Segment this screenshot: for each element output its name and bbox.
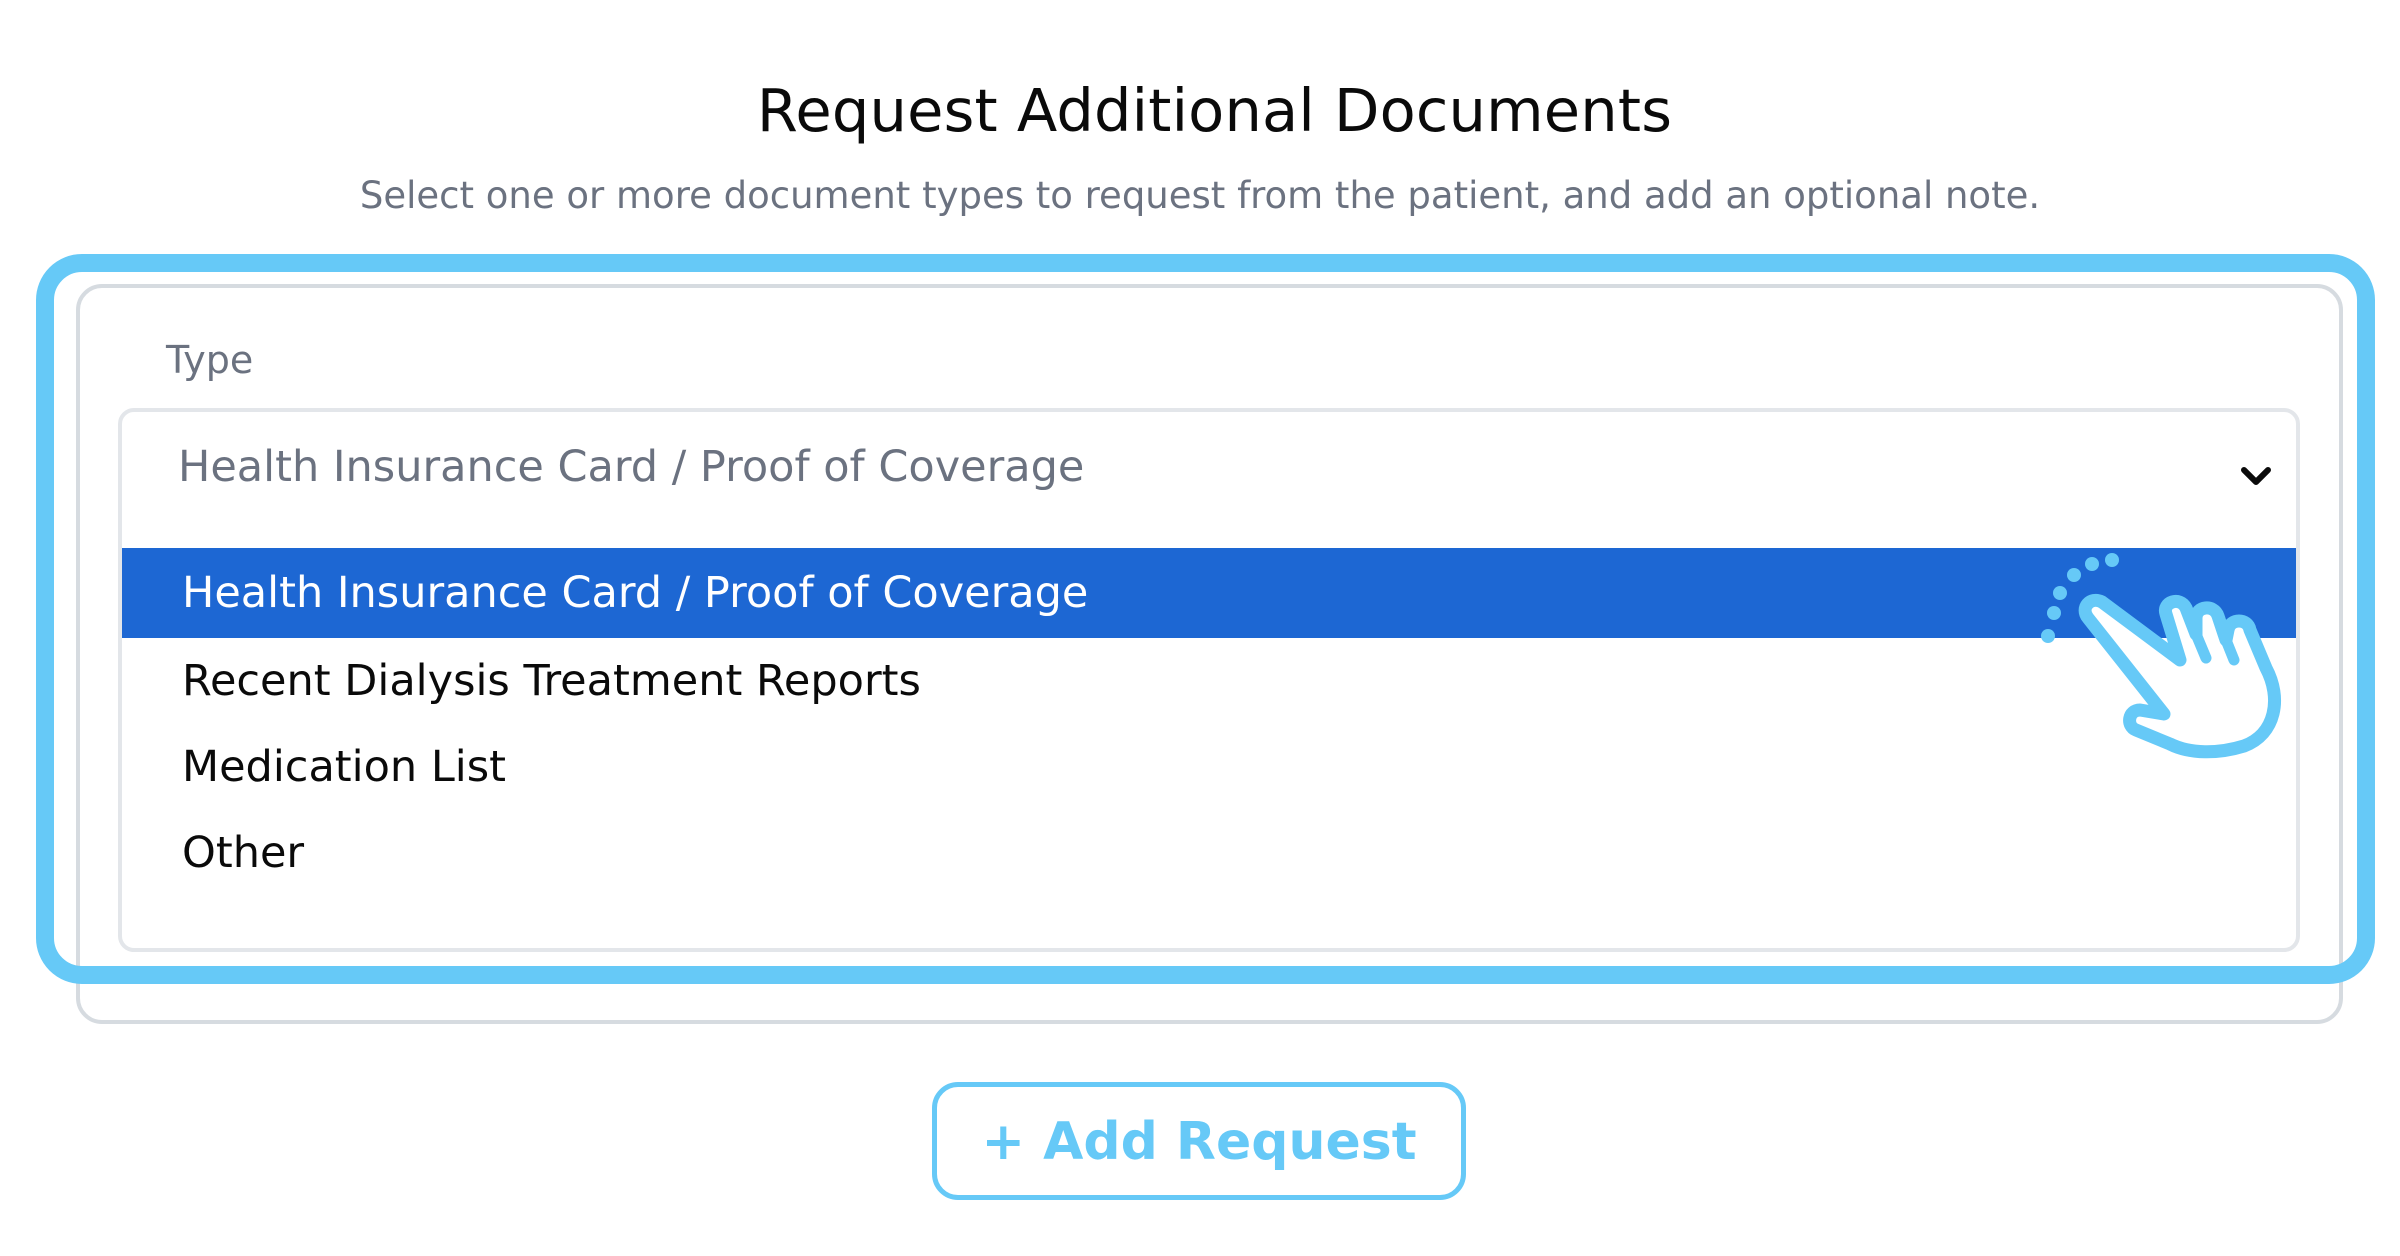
chevron-down-icon[interactable]	[2236, 456, 2276, 496]
request-documents-page: Request Additional Documents Select one …	[0, 0, 2400, 1256]
type-select[interactable]: Health Insurance Card / Proof of Coverag…	[118, 408, 2300, 952]
page-title: Request Additional Documents	[756, 76, 1673, 145]
option-health-insurance-card[interactable]: Health Insurance Card / Proof of Coverag…	[122, 548, 2296, 638]
option-medication-list[interactable]: Medication List	[122, 724, 2296, 810]
hand-pointer-click-icon	[2041, 553, 2282, 759]
type-field-label: Type	[166, 338, 254, 382]
page-subtitle: Select one or more document types to req…	[359, 174, 2041, 217]
type-options-list: Health Insurance Card / Proof of Coverag…	[122, 548, 2296, 896]
add-request-button[interactable]: + Add Request	[932, 1082, 1466, 1200]
option-other[interactable]: Other	[122, 810, 2296, 896]
option-dialysis-treatment-reports[interactable]: Recent Dialysis Treatment Reports	[122, 638, 2296, 724]
type-select-value[interactable]: Health Insurance Card / Proof of Coverag…	[178, 442, 1084, 492]
